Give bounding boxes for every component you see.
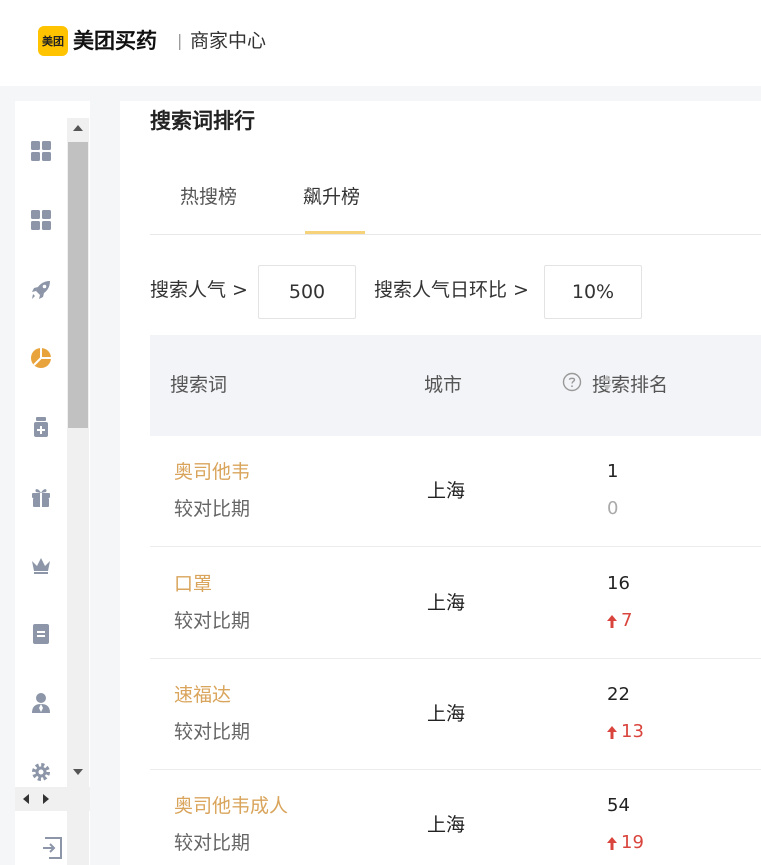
table-row: 奥司他韦 较对比期 上海 1 0 (150, 436, 761, 547)
medicine-bottle-icon[interactable] (29, 415, 53, 439)
scrollbar-thumb[interactable] (68, 142, 88, 428)
brand-name[interactable]: 美团买药 (73, 26, 157, 56)
pie-chart-icon[interactable] (29, 346, 53, 370)
rank-change-value: 19 (621, 832, 644, 853)
keyword-link[interactable]: 速福达 (174, 681, 231, 709)
compare-label: 较对比期 (174, 832, 251, 854)
vertical-scrollbar[interactable] (67, 118, 89, 865)
dashboard-alt-icon[interactable] (29, 208, 53, 232)
document-icon[interactable] (29, 622, 53, 646)
daily-ratio-filter-input[interactable]: 10% (544, 265, 642, 319)
sidebar (15, 101, 90, 865)
horizontal-scrollbar[interactable] (15, 787, 90, 811)
scroll-up-arrow-icon[interactable] (67, 120, 89, 136)
tab-hot-search[interactable]: 热搜榜 (180, 183, 237, 211)
rank-change-value: 7 (621, 610, 633, 631)
brand-separator: | (177, 31, 183, 50)
rank-value: 22 (607, 684, 630, 705)
top-bar: 美团 美团买药 | 商家中心 (0, 0, 761, 86)
column-header-city: 城市 (424, 374, 463, 396)
compare-label: 较对比期 (174, 610, 251, 632)
rank-change: 0 (607, 496, 618, 522)
city-value: 上海 (427, 480, 466, 502)
popularity-filter-label: 搜索人气 > (150, 279, 248, 301)
main-panel: 搜索词排行 热搜榜 飙升榜 搜索人气 > 500 搜索人气日环比 > 10% 搜… (120, 101, 761, 865)
arrow-up-icon (607, 614, 617, 628)
arrow-up-icon (607, 725, 617, 739)
sort-icon[interactable] (601, 374, 613, 392)
settings-icon[interactable] (29, 760, 53, 784)
help-icon[interactable] (562, 372, 582, 392)
keyword-link[interactable]: 奥司他韦成人 (174, 792, 288, 820)
city-value: 上海 (427, 592, 466, 614)
dashboard-icon[interactable] (29, 139, 53, 163)
compare-label: 较对比期 (174, 498, 251, 520)
scroll-right-arrow-icon[interactable] (43, 794, 49, 804)
rank-change-value: 0 (607, 498, 619, 519)
scroll-down-arrow-icon[interactable] (67, 764, 89, 780)
logout-icon[interactable] (41, 836, 65, 860)
rank-change-value: 13 (621, 721, 644, 742)
rocket-icon[interactable] (29, 278, 53, 302)
column-header-keyword: 搜索词 (170, 374, 228, 396)
rank-value: 1 (607, 461, 619, 482)
city-value: 上海 (427, 814, 466, 836)
compare-label: 较对比期 (174, 721, 251, 743)
popularity-filter-input[interactable]: 500 (258, 265, 356, 319)
scroll-left-arrow-icon[interactable] (23, 794, 29, 804)
gift-icon[interactable] (29, 485, 53, 509)
tab-rising[interactable]: 飙升榜 (303, 183, 360, 211)
rank-change: 19 (607, 830, 644, 856)
section-title: 搜索词排行 (150, 109, 255, 133)
table-row: 速福达 较对比期 上海 22 13 (150, 659, 761, 770)
arrow-up-icon (607, 836, 617, 850)
crown-icon[interactable] (29, 553, 53, 577)
keyword-link[interactable]: 奥司他韦 (174, 458, 250, 486)
rank-value: 54 (607, 795, 630, 816)
table-row: 奥司他韦成人 较对比期 上海 54 19 (150, 770, 761, 865)
meituan-logo-badge[interactable]: 美团 (38, 26, 68, 56)
table-row: 口罩 较对比期 上海 16 7 (150, 548, 761, 659)
keyword-link[interactable]: 口罩 (174, 570, 212, 598)
rank-change: 13 (607, 719, 644, 745)
city-value: 上海 (427, 703, 466, 725)
daily-ratio-filter-label: 搜索人气日环比 > (374, 279, 529, 301)
rank-change: 7 (607, 608, 632, 634)
tabs-divider (150, 234, 761, 235)
merchant-center-label: 商家中心 (190, 30, 267, 52)
table-header: 搜索词 城市 搜索排名 (150, 335, 761, 436)
user-icon[interactable] (29, 691, 53, 715)
rank-value: 16 (607, 573, 630, 594)
